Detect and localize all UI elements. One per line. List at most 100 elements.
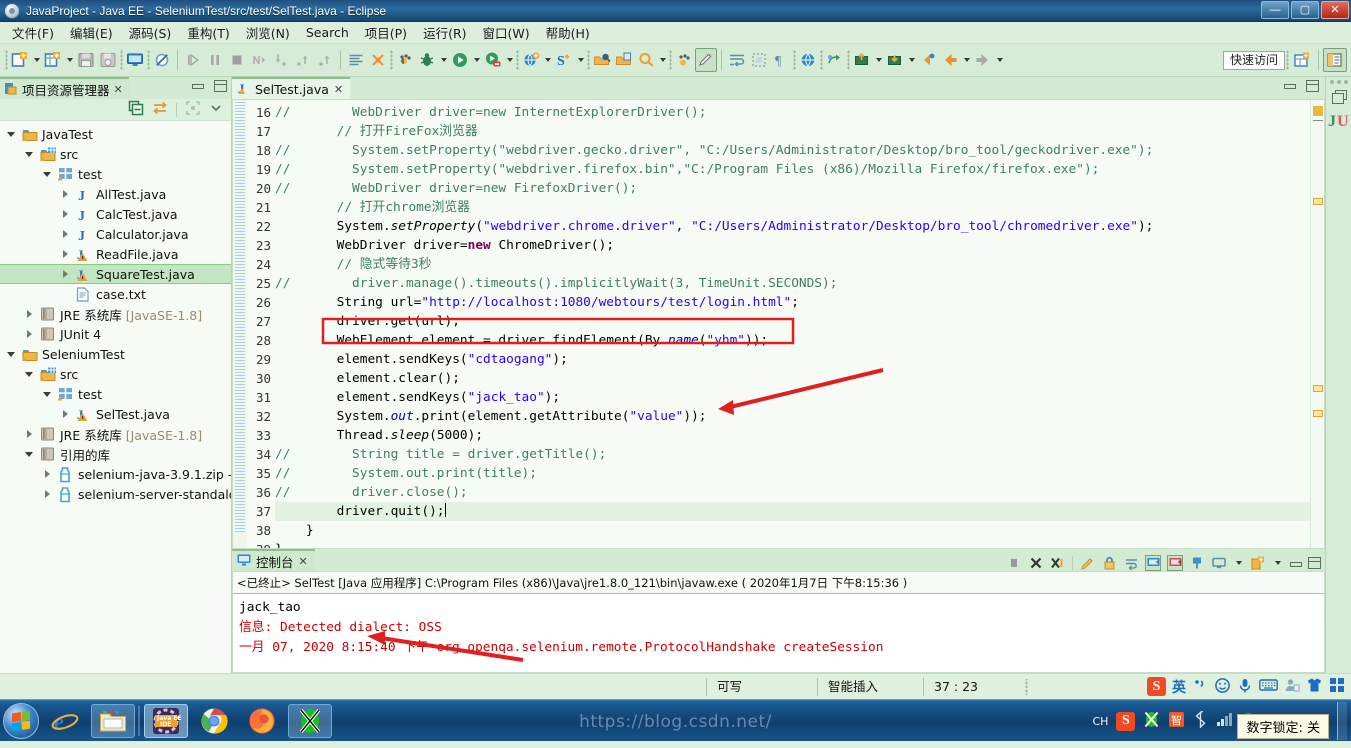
open-console-icon[interactable]: [124, 48, 146, 72]
code-line[interactable]: // WebDriver driver=new FirefoxDriver();: [275, 179, 1310, 198]
back-icon[interactable]: [939, 48, 961, 72]
quick-access-input[interactable]: 快速访问: [1223, 50, 1285, 70]
menu-help[interactable]: 帮助(H): [538, 21, 598, 44]
tree-item[interactable]: test: [0, 384, 231, 404]
code-line[interactable]: System.setProperty("webdriver.chrome.dri…: [275, 217, 1310, 236]
remove-all-consoles-icon[interactable]: [1050, 555, 1066, 571]
taskbar-firefox[interactable]: [240, 704, 284, 738]
code-line[interactable]: WebDriver driver=new ChromeDriver();: [275, 236, 1310, 255]
maximize-editor-icon[interactable]: [1306, 80, 1319, 92]
tree-item[interactable]: case.txt: [0, 284, 231, 304]
code-line[interactable]: String url="http://localhost:1080/webtou…: [275, 293, 1310, 312]
drop-to-frame-icon[interactable]: [314, 48, 336, 72]
tray-bluetooth-icon[interactable]: [1193, 708, 1208, 731]
focus-icon[interactable]: [185, 100, 201, 119]
menu-edit[interactable]: 编辑(E): [62, 21, 121, 44]
run-dropdown-icon[interactable]: [471, 48, 482, 72]
tree-item[interactable]: JRE 系统库 [JavaSE-1.8]: [0, 424, 231, 444]
edit-pencil-icon[interactable]: [695, 48, 717, 72]
show-console-on-output-icon[interactable]: [1145, 555, 1161, 571]
tree-item[interactable]: JavaTest: [0, 124, 231, 144]
minimize-editor-icon[interactable]: [1283, 80, 1296, 91]
punctuation-toggle-icon[interactable]: [1192, 677, 1208, 696]
tab-seltest-java[interactable]: J SelTest.java ✕: [232, 77, 351, 99]
menu-run[interactable]: 运行(R): [415, 21, 474, 44]
expand-arrow-icon[interactable]: [24, 448, 36, 460]
word-wrap-console-icon[interactable]: [1123, 555, 1139, 571]
pin-console-icon[interactable]: [1189, 555, 1205, 571]
back-dropdown-icon[interactable]: [961, 48, 972, 72]
new-java-project-dropdown-icon[interactable]: [64, 48, 75, 72]
display-selected-console-icon[interactable]: [1211, 555, 1227, 571]
maximize-console-icon[interactable]: [1308, 557, 1321, 569]
tree-item[interactable]: selenium-server-standalo: [0, 484, 231, 504]
show-desktop-button[interactable]: [1337, 702, 1347, 740]
code-line[interactable]: }: [275, 540, 1310, 548]
tree-item[interactable]: J CalcTest.java: [0, 204, 231, 224]
scroll-lock-icon[interactable]: [1101, 555, 1117, 571]
run-icon[interactable]: [449, 48, 471, 72]
code-line[interactable]: driver.quit();: [275, 502, 1310, 521]
overview-ruler[interactable]: [1310, 100, 1324, 548]
collapse-arrow-icon[interactable]: [24, 428, 36, 440]
minimize-view-icon[interactable]: [191, 80, 204, 91]
step-over-icon[interactable]: [248, 48, 270, 72]
skip-breakpoints-icon[interactable]: [151, 48, 173, 72]
new-web-project-icon[interactable]: [520, 48, 542, 72]
microphone-icon[interactable]: [1237, 677, 1253, 697]
tab-console[interactable]: 控制台 ✕: [232, 549, 315, 571]
close-button[interactable]: ✕: [1321, 1, 1349, 19]
code-line[interactable]: // 打开FireFox浏览器: [275, 122, 1310, 141]
tree-item[interactable]: J Calculator.java: [0, 224, 231, 244]
start-button[interactable]: [3, 702, 39, 739]
tray-ime-label[interactable]: CH: [1092, 715, 1108, 728]
code-line[interactable]: element.clear();: [275, 369, 1310, 388]
skin-shirt-icon[interactable]: [1306, 677, 1323, 696]
expand-arrow-icon[interactable]: [42, 168, 54, 180]
menu-refactor[interactable]: 重构(T): [179, 21, 237, 44]
menu-navigate[interactable]: 浏览(N): [238, 21, 298, 44]
open-resource-icon[interactable]: [613, 48, 635, 72]
web-browser-icon[interactable]: [797, 48, 819, 72]
show-console-on-error-icon[interactable]: [1167, 555, 1183, 571]
new-wizard-dropdown-icon[interactable]: [31, 48, 42, 72]
collapse-arrow-icon[interactable]: [60, 208, 72, 220]
tray-xmind-icon[interactable]: [1143, 711, 1160, 731]
step-return-icon[interactable]: [292, 48, 314, 72]
forward-dropdown-icon[interactable]: [994, 48, 1005, 72]
maximize-button[interactable]: ▢: [1291, 1, 1319, 19]
code-line[interactable]: // System.setProperty("webdriver.gecko.d…: [275, 141, 1310, 160]
console-output[interactable]: jack_tao 信息: Detected dialect: OSS 一月 07, …: [233, 594, 1324, 662]
menu-file[interactable]: 文件(F): [4, 21, 62, 44]
taskbar-file-explorer[interactable]: [91, 703, 135, 738]
expand-arrow-icon[interactable]: [6, 128, 18, 140]
tree-item[interactable]: JUnit 4: [0, 324, 231, 344]
remove-console-icon[interactable]: [1028, 555, 1044, 571]
tray-sogou-pinyin-icon[interactable]: 智: [1168, 711, 1185, 731]
menu-project[interactable]: 项目(P): [357, 21, 415, 44]
collapse-arrow-icon[interactable]: [42, 468, 54, 480]
collapse-arrow-icon[interactable]: [24, 308, 36, 320]
code-line[interactable]: Thread.sleep(5000);: [275, 426, 1310, 445]
code-line[interactable]: // 隐式等待3秒: [275, 255, 1310, 274]
taskbar-internet-explorer[interactable]: e: [43, 704, 87, 738]
code-line[interactable]: // System.setProperty("webdriver.firefox…: [275, 160, 1310, 179]
tab-project-explorer[interactable]: 项目资源管理器 ✕: [0, 77, 129, 99]
run-history-icon[interactable]: [482, 48, 504, 72]
expand-arrow-icon[interactable]: [24, 368, 36, 380]
ime-language-label[interactable]: 英: [1172, 677, 1186, 697]
minimize-console-icon[interactable]: [1289, 558, 1302, 569]
open-perspective-icon[interactable]: [1290, 48, 1314, 72]
tree-item[interactable]: src: [0, 144, 231, 164]
code-line[interactable]: // driver.manage().timeouts().implicitly…: [275, 274, 1310, 293]
import-icon[interactable]: [884, 48, 906, 72]
tree-item[interactable]: J SelTest.java: [0, 404, 231, 424]
search-dropdown-icon[interactable]: [657, 48, 668, 72]
word-wrap-icon[interactable]: [726, 48, 748, 72]
code-line[interactable]: driver.get(url);: [275, 312, 1310, 331]
collapse-arrow-icon[interactable]: [60, 228, 72, 240]
code-line[interactable]: element.sendKeys("jack_tao");: [275, 388, 1310, 407]
debug-icon[interactable]: [416, 48, 438, 72]
code-line[interactable]: System.out.print(element.getAttribute("v…: [275, 407, 1310, 426]
tree-item[interactable]: test: [0, 164, 231, 184]
